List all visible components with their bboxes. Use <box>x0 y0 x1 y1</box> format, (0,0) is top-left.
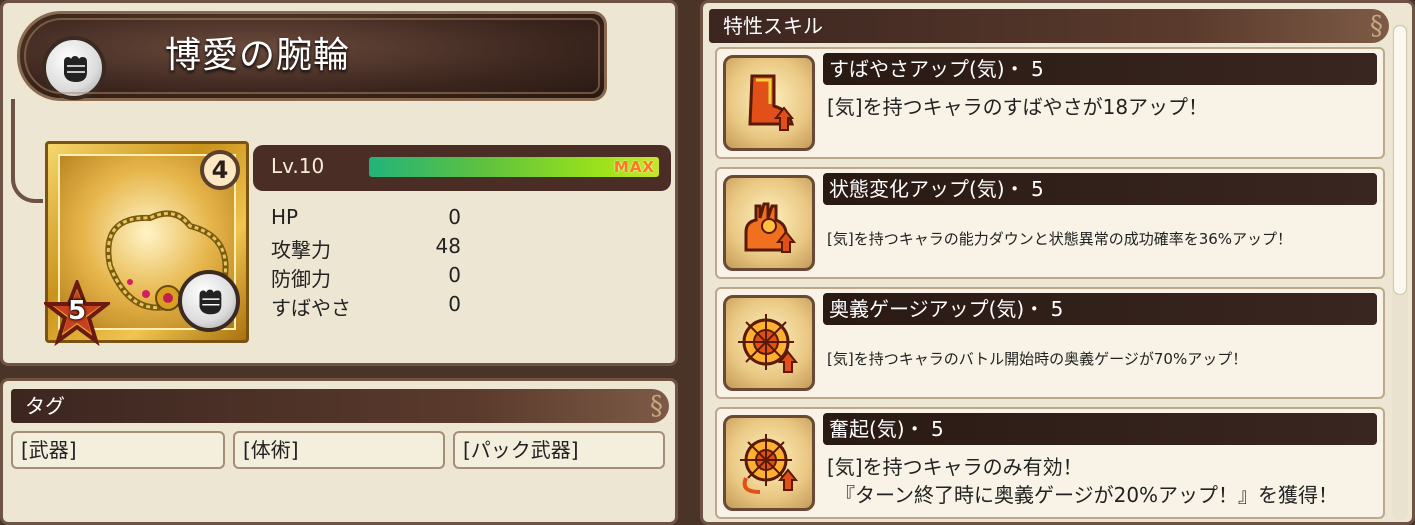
skill-row[interactable]: 奮起(気)・ 5 [気]を持つキャラのみ有効！ 『ターン終了時に奥義ゲージが20… <box>715 407 1385 519</box>
tag-header-label: タグ <box>25 394 65 418</box>
skill-row[interactable]: 奥義ゲージアップ(気)・ 5 [気]を持つキャラのバトル開始時の奥義ゲージが70… <box>715 287 1385 399</box>
exp-track: MAX <box>369 157 659 177</box>
stat-value: 0 <box>448 292 461 316</box>
skill-title: 奥義ゲージアップ(気)・ 5 <box>823 293 1377 325</box>
skills-header: 特性スキル § <box>709 9 1389 43</box>
fist-icon <box>42 36 106 100</box>
scroll-ornament-icon: § <box>1370 11 1383 41</box>
scrollbar[interactable] <box>1392 23 1408 521</box>
stat-name: HP <box>271 205 299 229</box>
level-label: Lv.10 <box>271 154 325 178</box>
item-title-banner: 博愛の腕輪 <box>17 11 607 101</box>
skill-description-line: [気]を持つキャラのみ有効！ <box>827 455 1083 479</box>
tag-header: タグ § <box>11 389 669 423</box>
tag-item[interactable]: [パック武器] <box>453 431 665 469</box>
item-card[interactable]: 4 5 <box>41 141 249 347</box>
gauge-icon <box>723 295 815 391</box>
skill-title: 奮起(気)・ 5 <box>823 413 1377 445</box>
skill-description: [気]を持つキャラの能力ダウンと状態異常の成功確率を36%アップ！ <box>827 230 1293 248</box>
rarity-number: 5 <box>67 296 87 326</box>
item-name: 博愛の腕輪 <box>165 35 351 76</box>
tag-panel: タグ § [武器] [体術] [パック武器] <box>0 378 678 525</box>
rarity-star-icon: 5 <box>41 277 113 347</box>
skill-description-line: 『ターン終了時に奥義ゲージが20%アップ！』を獲得！ <box>835 483 1339 507</box>
rank-badge: 4 <box>200 150 240 190</box>
max-label: MAX <box>613 158 655 176</box>
stat-row-defense: 防御力 0 <box>271 263 471 292</box>
stat-row-speed: すばやさ 0 <box>271 292 471 321</box>
skill-title: 状態変化アップ(気)・ 5 <box>823 173 1377 205</box>
skill-row[interactable]: すばやさアップ(気)・ 5 [気]を持つキャラのすばやさが18アップ！ <box>715 47 1385 159</box>
item-detail-panel: 博愛の腕輪 4 5 Lv.10 MAX HP 0 攻撃力 48 防御力 0 すば… <box>0 0 678 366</box>
scroll-ornament-icon: § <box>650 391 663 421</box>
stat-name: 防御力 <box>271 267 331 291</box>
stat-row-attack: 攻撃力 48 <box>271 234 471 263</box>
fist-icon <box>178 270 240 332</box>
skills-panel: 特性スキル § すばやさアップ(気)・ 5 [気]を持つキャラのすばやさが18ア… <box>700 0 1415 525</box>
skill-description: [気]を持つキャラのすばやさが18アップ！ <box>827 95 1209 119</box>
level-bar: Lv.10 MAX <box>253 145 671 191</box>
stat-name: 攻撃力 <box>271 238 331 262</box>
skill-row[interactable]: 状態変化アップ(気)・ 5 [気]を持つキャラの能力ダウンと状態異常の成功確率を… <box>715 167 1385 279</box>
stats-list: HP 0 攻撃力 48 防御力 0 すばやさ 0 <box>271 205 471 321</box>
boot-icon <box>723 55 815 151</box>
frame-ornament <box>11 99 43 203</box>
skills-header-label: 特性スキル <box>723 14 823 38</box>
scroll-thumb[interactable] <box>1393 25 1407 295</box>
status-icon <box>723 175 815 271</box>
stat-value: 48 <box>435 234 461 258</box>
skill-description: [気]を持つキャラのみ有効！ 『ターン終了時に奥義ゲージが20%アップ！』を獲得… <box>827 453 1373 509</box>
skill-description: [気]を持つキャラのバトル開始時の奥義ゲージが70%アップ！ <box>827 350 1248 368</box>
stat-value: 0 <box>448 205 461 229</box>
tag-item[interactable]: [体術] <box>233 431 445 469</box>
stat-value: 0 <box>448 263 461 287</box>
rouse-icon <box>723 415 815 511</box>
tag-item[interactable]: [武器] <box>11 431 225 469</box>
stat-name: すばやさ <box>271 296 351 320</box>
stat-row-hp: HP 0 <box>271 205 471 234</box>
skill-title: すばやさアップ(気)・ 5 <box>823 53 1377 85</box>
